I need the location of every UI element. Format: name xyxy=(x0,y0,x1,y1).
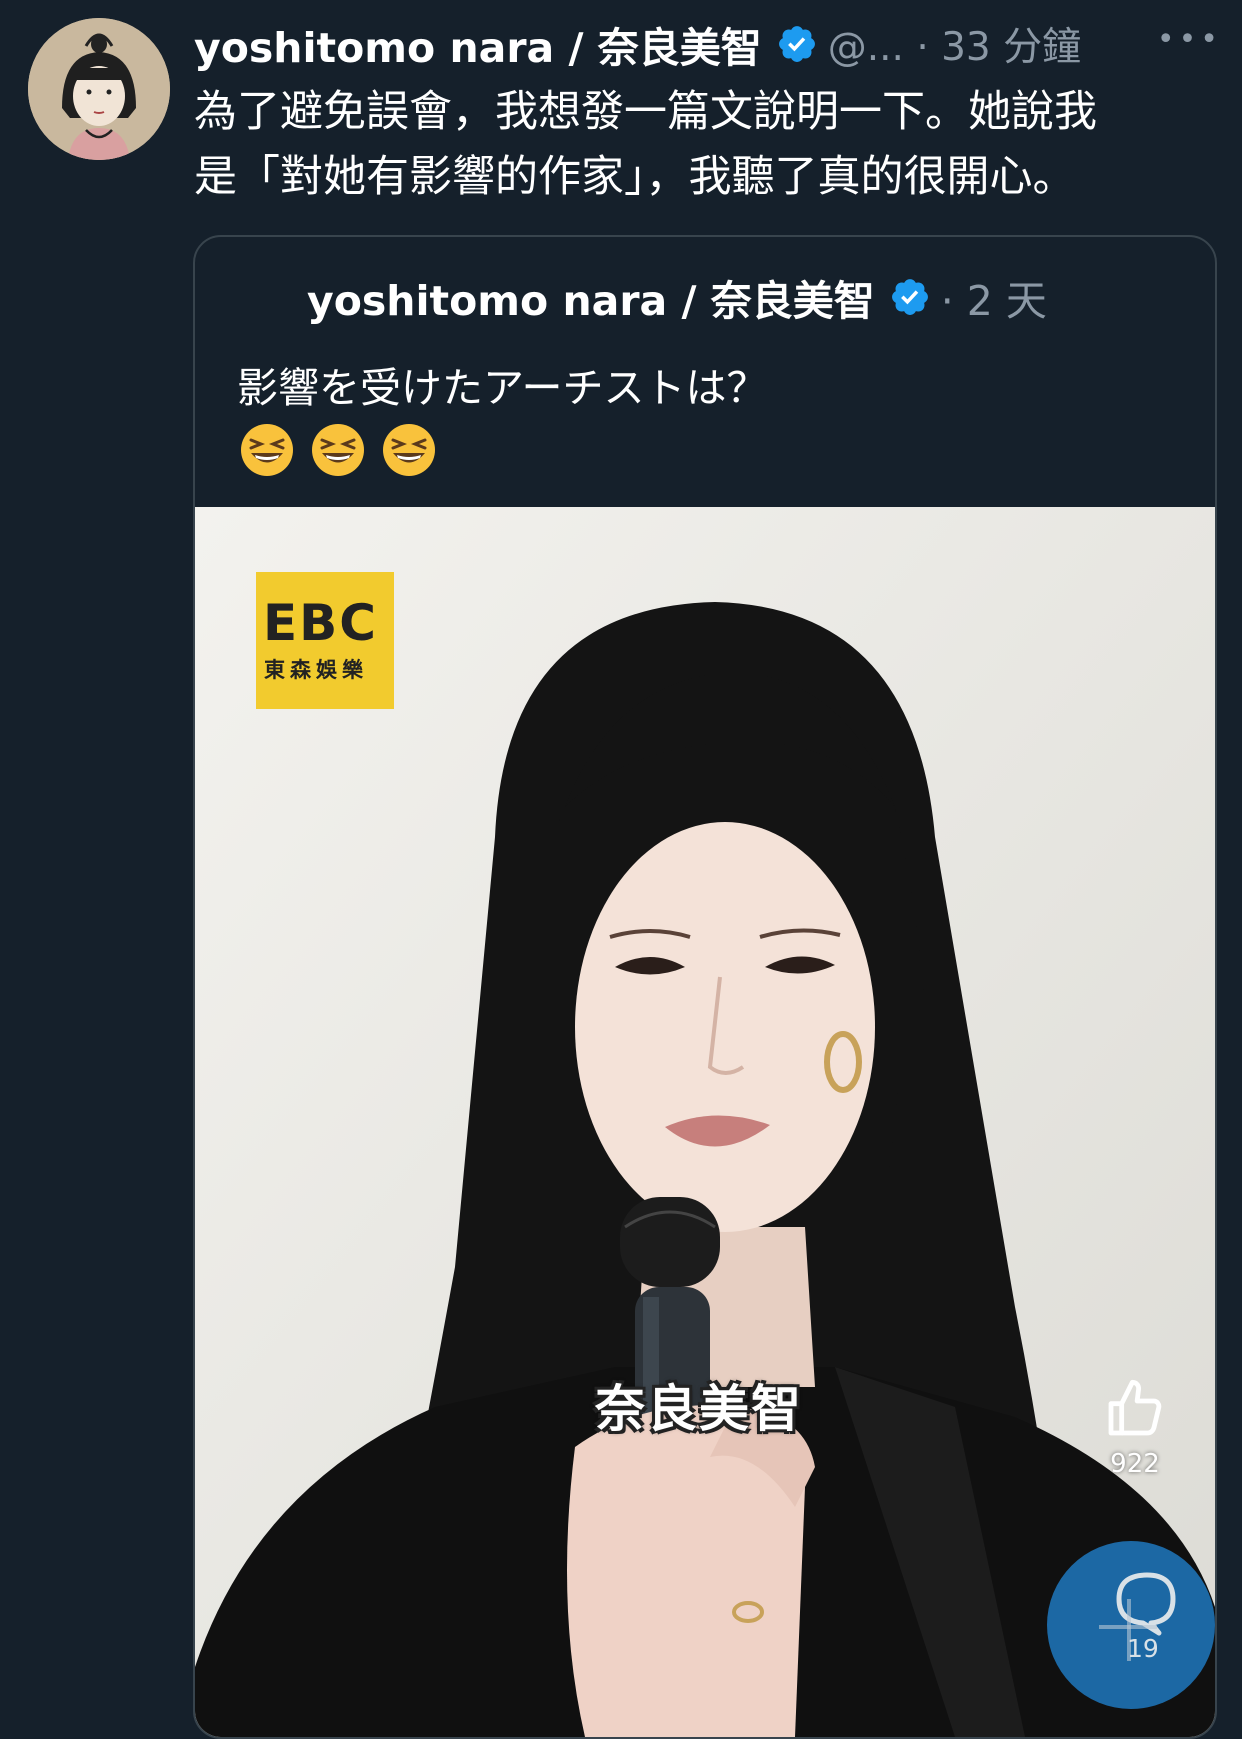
floating-comment-button[interactable]: 19 xyxy=(1047,1541,1215,1709)
verified-badge-icon xyxy=(778,26,815,62)
grinning-squinting-face-icon xyxy=(383,424,435,476)
post-text: 為了避免誤會，我想發一篇文說明一下。她說我 是「對她有影響的作家」，我聽了真的很… xyxy=(194,80,1214,210)
author-avatar[interactable] xyxy=(28,18,170,160)
post-header: yoshitomo nara / 奈良美智 @... · 33 分鐘 xyxy=(194,14,1214,74)
quoted-post-header: yoshitomo nara / 奈良美智 · 2 天 xyxy=(307,267,1047,327)
verified-badge-icon xyxy=(891,279,928,315)
quoted-author-name[interactable]: yoshitomo nara / 奈良美智 xyxy=(307,267,875,327)
quoted-post-text: 影響を受けたアーチストは？ xyxy=(237,364,768,412)
avatar-illustration xyxy=(28,18,170,160)
thumbs-up-icon xyxy=(1108,1379,1162,1436)
ebc-logo: EBC 東森娛樂 xyxy=(256,572,394,709)
ebc-logo-subtitle: 東森娛樂 xyxy=(264,658,368,682)
video-caption: 奈良美智 xyxy=(595,1380,803,1438)
compose-comment-icon xyxy=(1099,1572,1176,1661)
like-button[interactable]: 922 xyxy=(1090,1377,1180,1479)
more-horizontal-icon[interactable]: ••• xyxy=(1157,22,1222,57)
author-name[interactable]: yoshitomo nara / 奈良美智 xyxy=(194,14,762,74)
emoji-row xyxy=(239,422,437,478)
grinning-squinting-face-icon xyxy=(312,424,364,476)
like-count: 922 xyxy=(1110,1449,1160,1479)
post-text-line: 是「對她有影響的作家」，我聽了真的很開心。 xyxy=(194,152,1076,202)
handle-and-timestamp: @... · 33 分鐘 xyxy=(827,25,1082,70)
quoted-post-timestamp: · 2 天 xyxy=(940,277,1047,325)
post-text-line: 為了避免誤會，我想發一篇文說明一下。她說我 xyxy=(194,87,1097,137)
ebc-logo-main: EBC xyxy=(263,594,378,652)
grinning-squinting-face-icon xyxy=(241,424,293,476)
comment-count: 19 xyxy=(1127,1634,1159,1663)
quoted-post-card[interactable]: yoshitomo nara / 奈良美智 · 2 天 影響を受けたアーチストは… xyxy=(193,235,1217,1739)
